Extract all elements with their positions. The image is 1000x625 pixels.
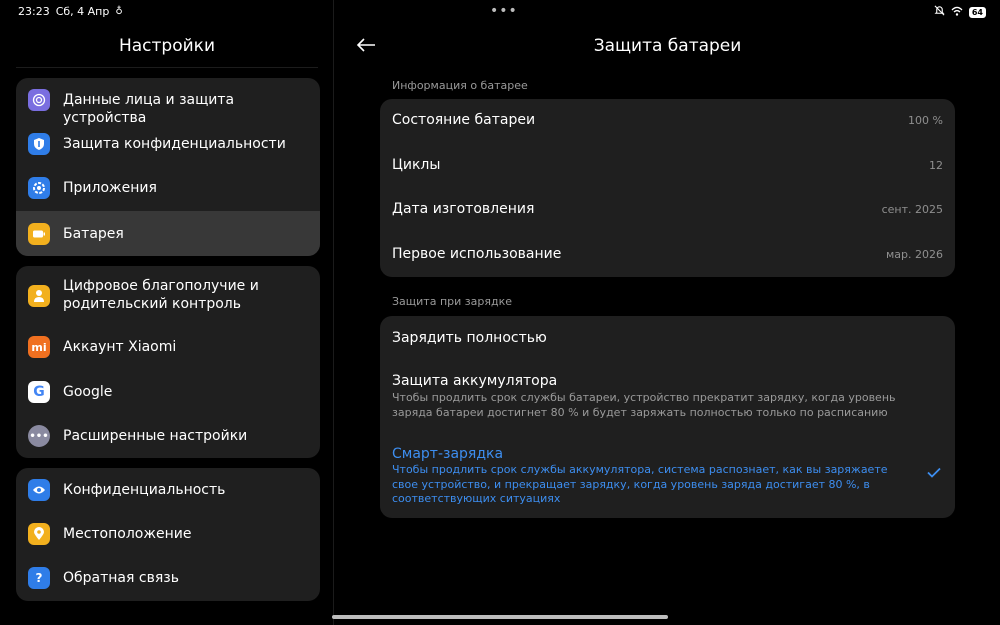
status-bar-right: 64 [934, 5, 986, 19]
info-label: Циклы [392, 157, 441, 173]
sidebar-title: Настройки [118, 36, 215, 56]
sidebar-item-label: Батарея [63, 226, 124, 242]
option-title: Смарт-зарядка [392, 446, 504, 462]
sidebar-item-privacy-protection[interactable]: Защита конфиденциальности [16, 122, 320, 166]
option-description: Чтобы продлить срок службы аккумулятора,… [392, 463, 888, 505]
sidebar-item-label: Местоположение [63, 526, 192, 542]
info-row-first-use: Первое использование мар. 2026 [380, 233, 955, 277]
sidebar-item-label: Аккаунт Xiaomi [63, 339, 177, 355]
settings-group-accounts: Цифровое благополучие и родительский кон… [16, 266, 320, 458]
settings-screen: 23:23 Сб, 4 Апр ♁ ••• 64 Настройки Данны… [0, 0, 1000, 625]
xiaomi-icon: mi [28, 336, 50, 358]
option-battery-protection[interactable]: Защита аккумулятора Чтобы продлить срок … [380, 364, 955, 434]
option-title: Защита аккумулятора [392, 373, 558, 389]
settings-group-privacy: Конфиденциальность Местоположение ? Обра… [16, 468, 320, 601]
sidebar-item-xiaomi-account[interactable]: mi Аккаунт Xiaomi [16, 326, 320, 370]
info-value: мар. 2026 [885, 248, 943, 261]
charge-protection-section-label: Защита при зарядке [392, 295, 512, 308]
wifi-icon [951, 6, 963, 19]
eye-icon [28, 479, 50, 501]
sidebar-item-label: Защита конфиденциальности [63, 136, 286, 152]
battery-info-card: Состояние батареи 100 % Циклы 12 Дата из… [380, 99, 955, 277]
sidebar-item-battery[interactable]: Батарея [16, 211, 320, 256]
page-title: Защита батареи [593, 36, 742, 56]
info-label: Состояние батареи [392, 112, 536, 128]
sidebar-item-privacy[interactable]: Конфиденциальность [16, 468, 320, 512]
info-value: 100 % [908, 114, 943, 127]
info-row-manufacture-date: Дата изготовления сент. 2025 [380, 188, 955, 232]
checkmark-icon [927, 464, 941, 482]
sidebar-item-feedback[interactable]: ? Обратная связь [16, 557, 320, 601]
info-label: Первое использование [392, 246, 562, 262]
sidebar-item-label: Google [63, 384, 113, 400]
settings-group-security: Данные лица и защита устройства Защита к… [16, 78, 320, 256]
window-handle-dots[interactable]: ••• [490, 3, 518, 19]
gesture-home-bar[interactable] [332, 615, 668, 619]
privacy-shield-icon [28, 133, 50, 155]
info-value: 12 [929, 159, 943, 172]
settings-sidebar: Настройки Данные лица и защита устройств… [0, 0, 334, 625]
sidebar-item-advanced[interactable]: ••• Расширенные настройки [16, 415, 320, 458]
mute-icon [934, 5, 945, 19]
info-value: сент. 2025 [881, 203, 943, 216]
option-title: Зарядить полностью [392, 330, 547, 346]
sidebar-item-label: Конфиденциальность [63, 482, 226, 498]
feedback-icon: ? [28, 567, 50, 589]
option-charge-fully[interactable]: Зарядить полностью [380, 316, 955, 360]
apps-gear-icon [28, 177, 50, 199]
battery-icon [28, 223, 50, 245]
wellbeing-icon [28, 285, 50, 307]
sidebar-item-face-data[interactable]: Данные лица и защита устройства [16, 78, 320, 126]
sidebar-item-label: Приложения [63, 180, 157, 196]
more-icon: ••• [28, 425, 50, 447]
face-id-icon [28, 89, 50, 111]
sidebar-item-apps[interactable]: Приложения [16, 166, 320, 211]
title-divider [16, 67, 318, 68]
option-description: Чтобы продлить срок службы батареи, устр… [392, 391, 896, 419]
google-icon: G [28, 381, 50, 403]
info-row-battery-health: Состояние батареи 100 % [380, 99, 955, 143]
sidebar-item-label: Расширенные настройки [63, 428, 248, 444]
location-icon [28, 523, 50, 545]
battery-info-section-label: Информация о батарее [392, 79, 528, 92]
sidebar-item-google[interactable]: G Google [16, 370, 320, 415]
sidebar-item-label: Обратная связь [63, 570, 179, 586]
charge-options-card: Зарядить полностью Защита аккумулятора Ч… [380, 316, 955, 518]
sidebar-item-label: Цифровое благополучие и родительский кон… [63, 278, 259, 312]
info-label: Дата изготовления [392, 201, 535, 217]
sidebar-item-wellbeing[interactable]: Цифровое благополучие и родительский кон… [16, 266, 320, 326]
option-smart-charging[interactable]: Смарт-зарядка Чтобы продлить срок службы… [380, 438, 955, 516]
sidebar-item-location[interactable]: Местоположение [16, 512, 320, 557]
info-row-cycles: Циклы 12 [380, 144, 955, 188]
battery-indicator-icon: 64 [968, 6, 986, 18]
